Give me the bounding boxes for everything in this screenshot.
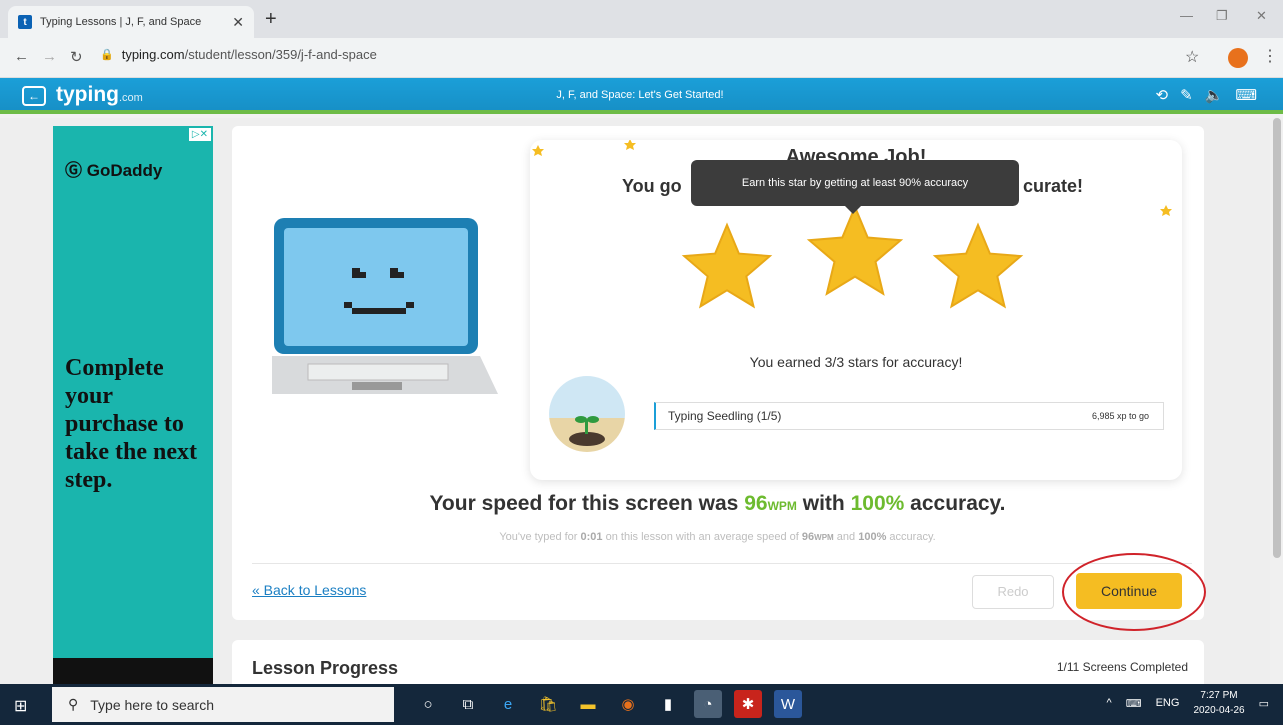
volume-icon[interactable]: 🔈: [1205, 86, 1224, 104]
stars-earned-text: You earned 3/3 stars for accuracy!: [749, 354, 963, 370]
highlight-circle: [1062, 553, 1206, 631]
header-tools: ⟲ ✎ 🔈 ⌨: [1156, 86, 1258, 104]
system-tray: ^ ⌨ ENG 7:27 PM 2020-04-26 ▭: [1107, 688, 1269, 718]
adchoices-icon[interactable]: ▷✕: [188, 128, 211, 141]
app-icon[interactable]: ◔: [694, 690, 722, 718]
chrome-icon[interactable]: ◉: [614, 690, 642, 718]
screens-completed-count: 1/11 Screens Completed: [1056, 660, 1188, 674]
lesson-substats: You've typed for 0:01 on this lesson wit…: [499, 531, 936, 543]
keyboard-icon[interactable]: ⌨: [1235, 86, 1257, 104]
confetti-star-icon: [624, 140, 636, 150]
smiling-laptop-illustration: [272, 218, 498, 394]
search-icon: ⚲: [68, 696, 79, 712]
redo-button[interactable]: Redo: [972, 575, 1054, 609]
site-logo[interactable]: typing.com: [56, 83, 143, 107]
confetti-star-icon: [1160, 205, 1172, 216]
godaddy-ad[interactable]: ▷✕ Ⓖ GoDaddy Complete your purchase to t…: [53, 126, 213, 684]
file-explorer-icon[interactable]: ▬: [574, 690, 602, 718]
page-scrollbar[interactable]: [1270, 118, 1283, 684]
speed-summary: Your speed for this screen was 96WPM wit…: [429, 492, 1006, 515]
taskbar-apps: ○ ⧉ e 🛍 ▬ ◉ ▮ ◔ ✱ W: [414, 690, 802, 718]
webcam-icon[interactable]: ▮: [654, 690, 682, 718]
accuracy-tooltip: Earn this star by getting at least 90% a…: [691, 160, 1019, 214]
level-progress-bar: Typing Seedling (1/5) 6,985 xp to go: [654, 402, 1164, 430]
typing-favicon-icon: t: [18, 15, 32, 29]
taskbar-search[interactable]: ⚲ Type here to search: [52, 687, 394, 722]
ad-footer: [53, 658, 213, 684]
reload-icon[interactable]: ↻: [70, 48, 83, 66]
profile-avatar[interactable]: [1228, 48, 1248, 68]
browser-toolbar: ← → ↻ 🔒 typing.com/student/lesson/359/j-…: [0, 38, 1283, 78]
url-bar[interactable]: 🔒 typing.com/student/lesson/359/j-f-and-…: [100, 47, 377, 62]
ad-brand: Ⓖ GoDaddy: [65, 161, 163, 180]
divider: [252, 563, 1192, 564]
minimize-icon[interactable]: —: [1180, 8, 1193, 23]
settings-icon[interactable]: ✎: [1180, 86, 1193, 104]
windows-start-icon[interactable]: ⊞: [14, 696, 27, 716]
seedling-avatar: [549, 376, 625, 452]
back-arrow-icon[interactable]: ←: [14, 48, 29, 65]
confetti-star-icon: [532, 145, 544, 156]
notification-icon[interactable]: ▭: [1259, 697, 1269, 710]
browser-tab[interactable]: t Typing Lessons | J, F, and Space ✕: [8, 6, 254, 38]
lock-icon: 🔒: [100, 49, 114, 61]
lesson-progress-card: Lesson Progress 1/11 Screens Completed: [232, 640, 1204, 684]
task-view-icon[interactable]: ⧉: [454, 690, 482, 718]
ad-copy: Complete your purchase to take the next …: [65, 355, 197, 493]
accuracy-star-icon[interactable]: [932, 222, 1024, 309]
url-domain: typing.com: [121, 47, 185, 62]
cortana-icon[interactable]: ○: [414, 690, 442, 718]
red-app-icon[interactable]: ✱: [734, 690, 762, 718]
site-header: ← typing.com J, F, and Space: Let's Get …: [0, 78, 1283, 114]
edge-icon[interactable]: e: [494, 690, 522, 718]
menu-kebab-icon[interactable]: ⋮: [1262, 46, 1278, 66]
language-indicator[interactable]: ENG: [1156, 697, 1180, 709]
keyboard-tray-icon[interactable]: ⌨: [1126, 697, 1142, 710]
word-icon[interactable]: W: [774, 690, 802, 718]
accuracy-star-icon[interactable]: [806, 204, 904, 296]
lesson-title: J, F, and Space: Let's Get Started!: [556, 89, 724, 101]
accuracy-star-icon[interactable]: [681, 222, 773, 309]
close-window-icon[interactable]: ✕: [1256, 8, 1267, 24]
new-tab-plus-icon[interactable]: +: [265, 8, 277, 31]
history-icon[interactable]: ⟲: [1156, 86, 1169, 104]
url-path: /student/lesson/359/j-f-and-space: [184, 47, 377, 62]
back-to-lessons-link[interactable]: « Back to Lessons: [252, 582, 366, 598]
exit-lesson-button[interactable]: ←: [22, 86, 46, 106]
tray-chevron-icon[interactable]: ^: [1107, 697, 1112, 709]
search-placeholder: Type here to search: [90, 696, 215, 713]
taskbar-clock[interactable]: 7:27 PM 2020-04-26: [1193, 688, 1244, 718]
tab-title: Typing Lessons | J, F, and Space: [40, 16, 202, 28]
store-icon[interactable]: 🛍: [534, 690, 562, 718]
browser-tab-strip: t Typing Lessons | J, F, and Space ✕ + —…: [0, 0, 1283, 38]
xp-to-go: 6,985 xp to go: [1091, 411, 1149, 421]
forward-arrow-icon[interactable]: →: [42, 48, 57, 65]
bookmark-star-icon[interactable]: ☆: [1185, 47, 1199, 67]
level-name: Typing Seedling (1/5): [668, 409, 782, 423]
windows-taskbar: ⊞ ⚲ Type here to search ○ ⧉ e 🛍 ▬ ◉ ▮ ◔ …: [0, 684, 1283, 725]
restore-icon[interactable]: ❐: [1216, 8, 1228, 24]
tab-close-icon[interactable]: ✕: [232, 14, 244, 31]
lesson-progress-title: Lesson Progress: [252, 658, 399, 678]
